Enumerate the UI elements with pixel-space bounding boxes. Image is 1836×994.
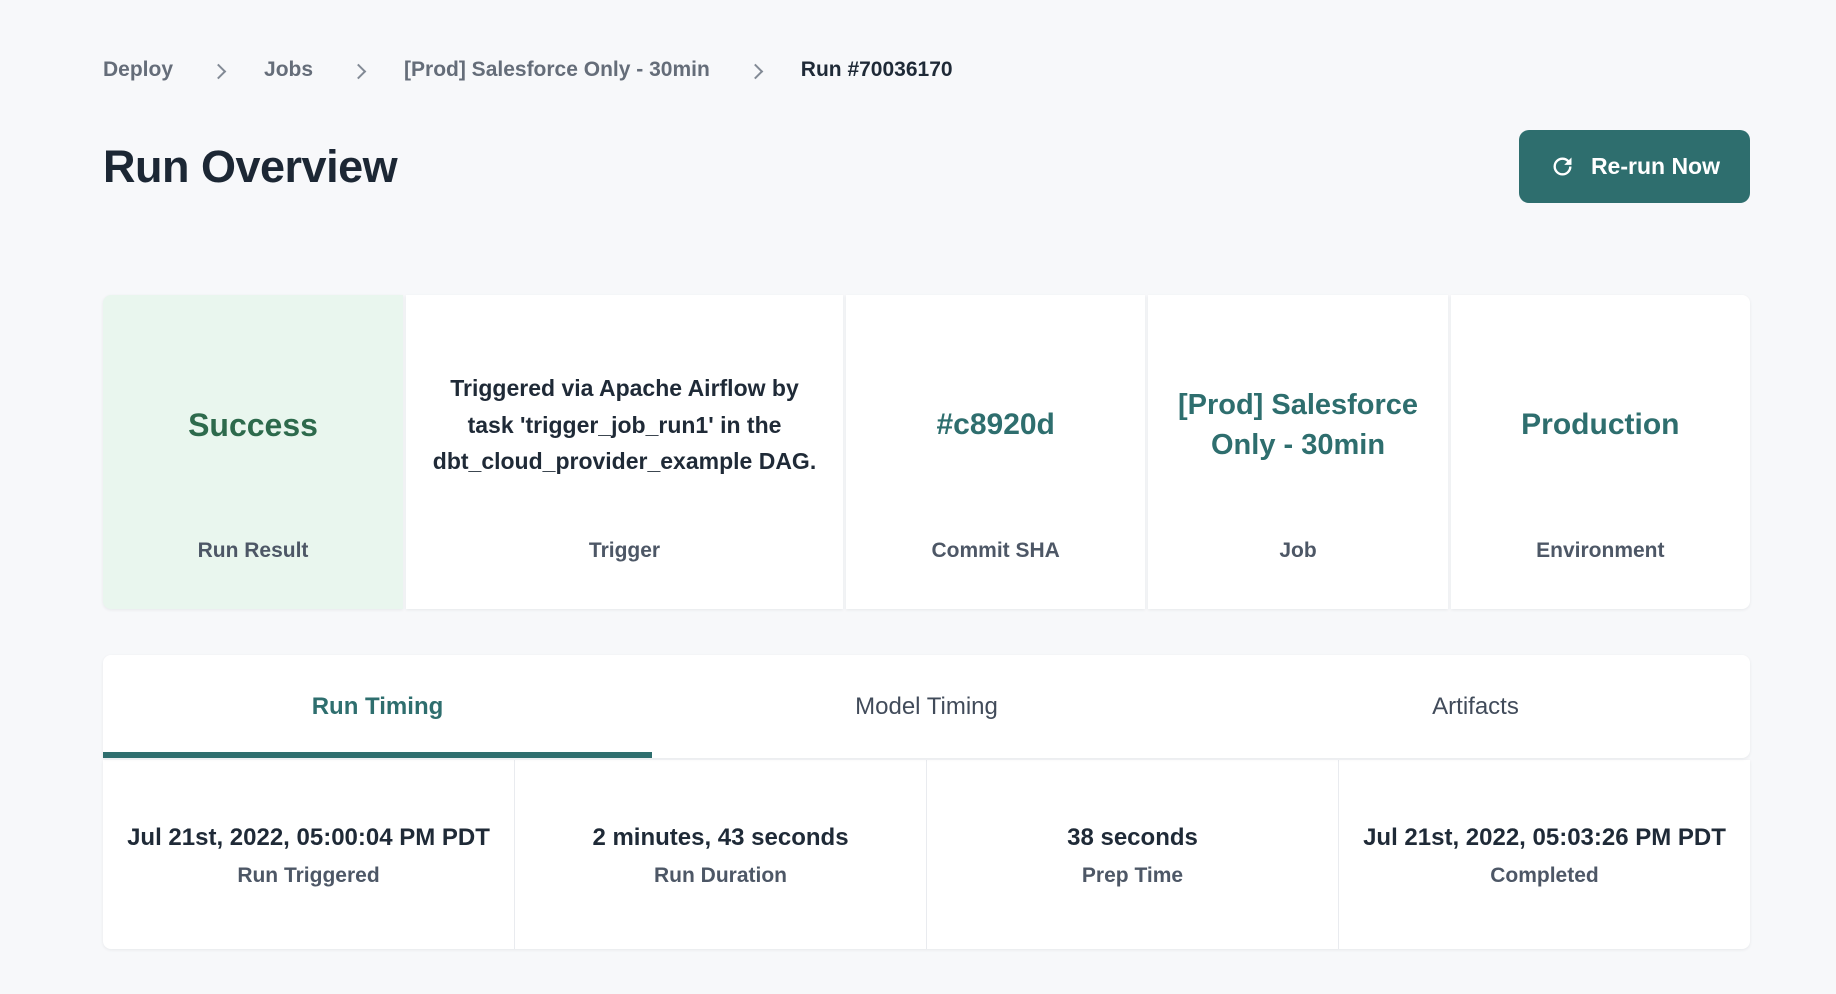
commit-sha-card: #c8920d Commit SHA xyxy=(846,295,1145,609)
commit-sha-link[interactable]: #c8920d xyxy=(936,404,1054,445)
tab-run-timing[interactable]: Run Timing xyxy=(103,655,652,758)
trigger-label: Trigger xyxy=(406,529,843,609)
run-overview-page: Deploy Jobs [Prod] Salesforce Only - 30m… xyxy=(0,0,1836,949)
completed-cell: Jul 21st, 2022, 05:03:26 PM PDT Complete… xyxy=(1338,760,1750,949)
trigger-card: Triggered via Apache Airflow by task 'tr… xyxy=(406,295,843,609)
refresh-icon xyxy=(1549,153,1576,180)
job-link[interactable]: [Prod] Salesforce Only - 30min xyxy=(1172,385,1423,465)
breadcrumb-jobs[interactable]: Jobs xyxy=(264,58,313,82)
chevron-right-icon xyxy=(351,63,367,79)
job-label: Job xyxy=(1148,529,1447,609)
breadcrumb-job-name[interactable]: [Prod] Salesforce Only - 30min xyxy=(404,58,710,82)
tab-artifacts[interactable]: Artifacts xyxy=(1201,655,1750,758)
environment-label: Environment xyxy=(1451,529,1750,609)
run-result-value: Success xyxy=(188,403,318,447)
run-triggered-value: Jul 21st, 2022, 05:00:04 PM PDT xyxy=(127,821,490,856)
breadcrumb-run-number: Run #70036170 xyxy=(801,58,953,82)
breadcrumb-deploy[interactable]: Deploy xyxy=(103,58,173,82)
environment-card: Production Environment xyxy=(1451,295,1750,609)
commit-sha-label: Commit SHA xyxy=(846,529,1145,609)
run-summary-row: Success Run Result Triggered via Apache … xyxy=(103,295,1750,609)
run-duration-label: Run Duration xyxy=(654,864,787,888)
run-duration-value: 2 minutes, 43 seconds xyxy=(592,821,848,856)
breadcrumb: Deploy Jobs [Prod] Salesforce Only - 30m… xyxy=(103,58,1750,82)
environment-link[interactable]: Production xyxy=(1521,404,1679,445)
chevron-right-icon xyxy=(748,63,764,79)
trigger-value: Triggered via Apache Airflow by task 'tr… xyxy=(428,370,821,480)
completed-label: Completed xyxy=(1490,864,1599,888)
run-duration-cell: 2 minutes, 43 seconds Run Duration xyxy=(514,760,926,949)
run-triggered-cell: Jul 21st, 2022, 05:00:04 PM PDT Run Trig… xyxy=(103,760,514,949)
run-timing-panel: Jul 21st, 2022, 05:00:04 PM PDT Run Trig… xyxy=(103,760,1750,949)
job-card: [Prod] Salesforce Only - 30min Job xyxy=(1148,295,1447,609)
run-result-card: Success Run Result xyxy=(103,295,403,609)
prep-time-cell: 38 seconds Prep Time xyxy=(926,760,1338,949)
tab-model-timing[interactable]: Model Timing xyxy=(652,655,1201,758)
rerun-now-button[interactable]: Re-run Now xyxy=(1519,130,1750,203)
header: Run Overview Re-run Now xyxy=(103,130,1750,203)
active-tab-indicator xyxy=(103,752,652,758)
rerun-now-label: Re-run Now xyxy=(1591,153,1720,180)
page-title: Run Overview xyxy=(103,141,397,193)
prep-time-value: 38 seconds xyxy=(1067,821,1198,856)
run-detail-tabs: Run Timing Model Timing Artifacts xyxy=(103,655,1750,758)
run-result-label: Run Result xyxy=(103,529,403,609)
chevron-right-icon xyxy=(211,63,227,79)
completed-value: Jul 21st, 2022, 05:03:26 PM PDT xyxy=(1363,821,1726,856)
prep-time-label: Prep Time xyxy=(1082,864,1183,888)
run-triggered-label: Run Triggered xyxy=(237,864,379,888)
